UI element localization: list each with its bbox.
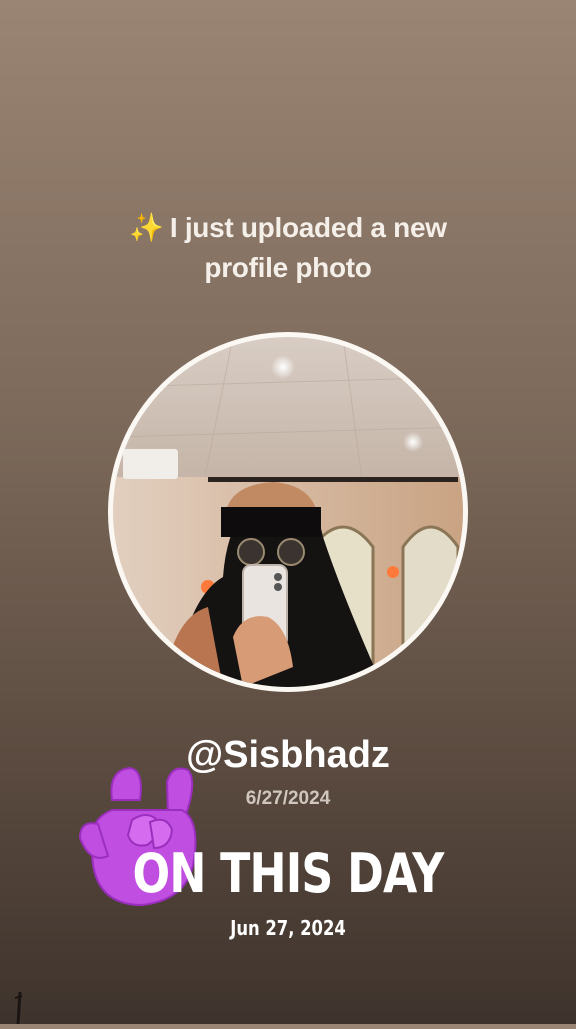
- sparkles-icon: ✨: [129, 212, 164, 243]
- pen-mark-icon: [12, 990, 26, 1025]
- profile-photo[interactable]: [113, 337, 463, 687]
- headline-line-1: I just uploaded a new: [169, 212, 447, 243]
- headline-line-2: profile photo: [204, 252, 372, 283]
- on-this-day-title: ON THIS DAY: [132, 842, 444, 905]
- story-headline: ✨ I just uploaded a new profile photo: [0, 208, 576, 288]
- memory-date: Jun 27, 2024: [230, 916, 346, 940]
- profile-photo-ring: [108, 332, 468, 692]
